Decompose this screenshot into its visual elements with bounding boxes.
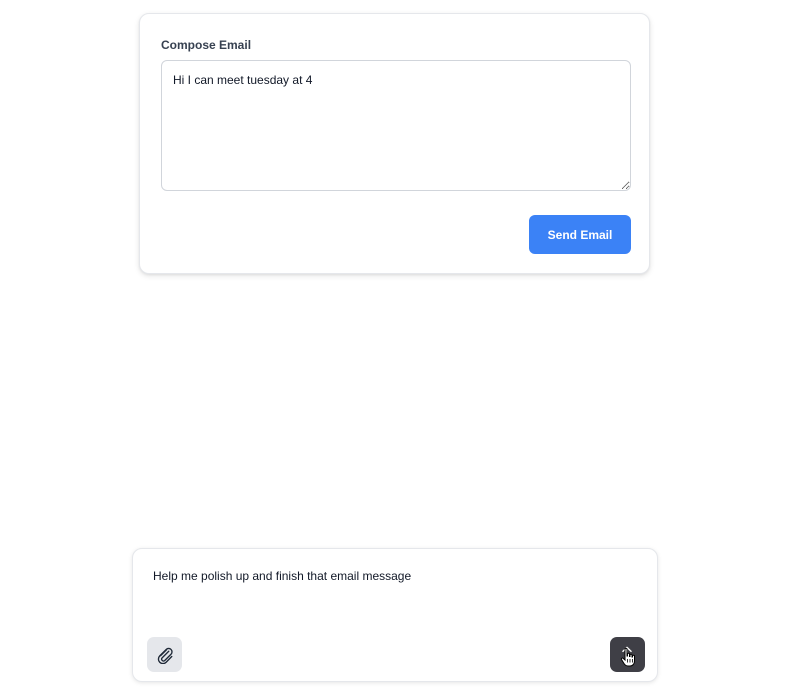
email-body-textarea[interactable] (161, 60, 631, 191)
hand-cursor-icon (620, 647, 635, 667)
paperclip-icon (157, 647, 173, 664)
chat-input-card: Help me polish up and finish that email … (132, 548, 658, 682)
chat-message-input[interactable]: Help me polish up and finish that email … (153, 569, 633, 583)
submit-button[interactable] (610, 637, 645, 672)
compose-email-label: Compose Email (161, 38, 252, 52)
compose-email-card: Compose Email Send Email (139, 13, 650, 274)
send-email-button[interactable]: Send Email (529, 215, 631, 254)
attach-button[interactable] (147, 637, 182, 672)
